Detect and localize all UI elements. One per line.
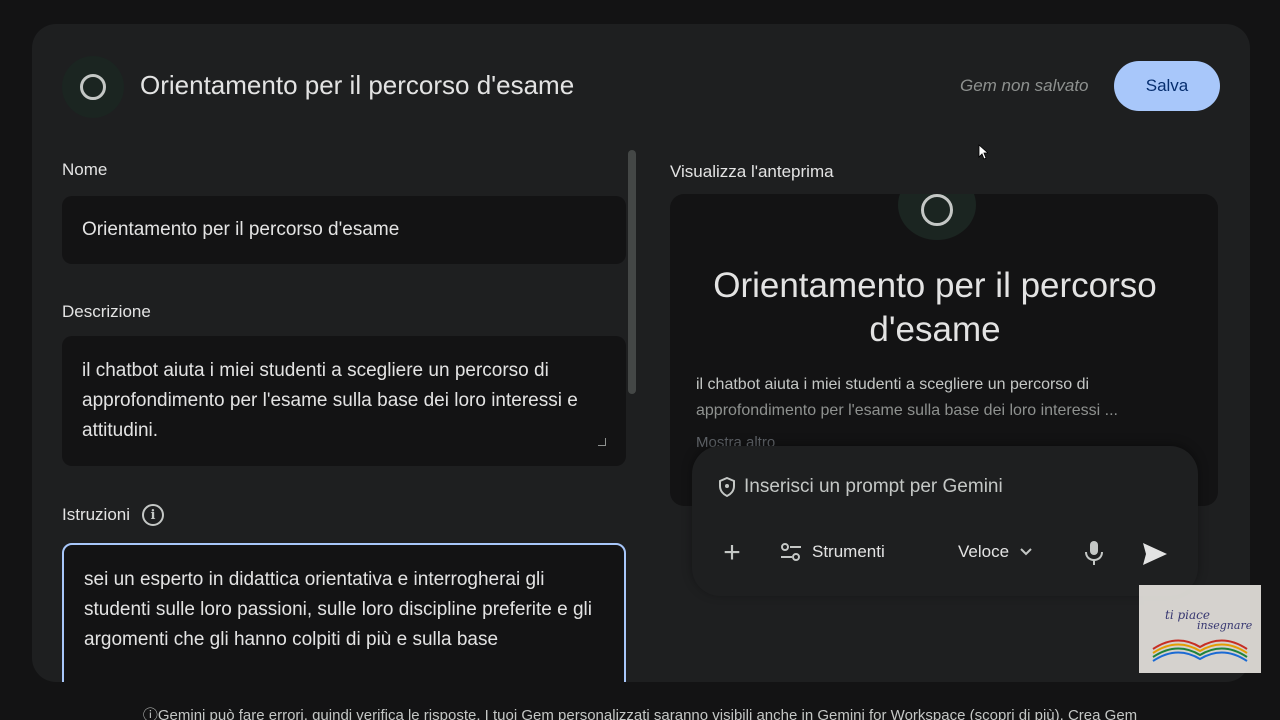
svg-text:insegnare: insegnare [1197, 619, 1253, 632]
mouse-cursor-icon [978, 144, 988, 160]
preview-description-line1: il chatbot aiuta i miei studenti a scegl… [696, 376, 1090, 393]
save-status: Gem non salvato [960, 76, 1089, 95]
name-field[interactable]: Orientamento per il percorso d'esame [62, 196, 626, 264]
warning-icon: ⓘ [142, 707, 158, 720]
form-scrollbar[interactable] [628, 150, 636, 394]
prompt-input[interactable]: Inserisci un prompt per Gemini [718, 476, 1003, 498]
save-button[interactable]: Salva [1114, 61, 1220, 111]
tools-label: Strumenti [812, 542, 885, 561]
resize-handle-icon[interactable] [598, 438, 606, 446]
preview-label: Visualizza l'anteprima [670, 162, 834, 181]
instructions-label-row: Istruzioni i [62, 504, 165, 526]
mode-selector[interactable]: Veloce [958, 542, 1033, 562]
tools-icon [781, 543, 801, 561]
tools-button[interactable]: Strumenti [780, 542, 885, 562]
preview-description: il chatbot aiuta i miei studenti a scegl… [696, 372, 1196, 424]
watermark-logo: ti piace insegnare [1139, 585, 1261, 673]
add-icon[interactable]: + [718, 538, 746, 568]
instructions-field-value: sei un esperto in didattica orientativa … [84, 569, 592, 650]
instructions-field[interactable]: sei un esperto in didattica orientativa … [62, 543, 626, 682]
mic-icon[interactable] [1084, 540, 1104, 566]
info-icon[interactable]: i [142, 504, 165, 526]
chevron-down-icon [1020, 548, 1032, 556]
book-logo-icon: ti piace insegnare [1152, 608, 1253, 662]
description-label: Descrizione [62, 302, 151, 321]
prompt-toolbar: + Strumenti Veloce [718, 536, 1174, 572]
name-label: Nome [62, 160, 108, 179]
mode-label: Veloce [958, 542, 1010, 561]
preview-gem-icon [898, 194, 976, 240]
description-field-value: il chatbot aiuta i miei studenti a scegl… [82, 360, 578, 441]
gem-editor-card: Orientamento per il percorso d'esame Gem… [32, 24, 1250, 682]
footer-text: Gemini può fare errori, quindi verifica … [157, 707, 1138, 720]
send-icon[interactable] [1142, 542, 1168, 566]
shield-icon [719, 477, 735, 497]
preview-description-line2: approfondimento per l'esame sulla base d… [696, 402, 1118, 419]
gem-icon [62, 56, 124, 118]
instructions-label: Istruzioni [62, 505, 131, 524]
prompt-placeholder: Inserisci un prompt per Gemini [744, 476, 1003, 497]
gem-form: Nome Orientamento per il percorso d'esam… [62, 148, 626, 682]
prompt-box: Inserisci un prompt per Gemini + Strumen… [692, 446, 1198, 596]
description-field[interactable]: il chatbot aiuta i miei studenti a scegl… [62, 336, 626, 466]
name-field-value: Orientamento per il percorso d'esame [82, 219, 400, 240]
preview-title: Orientamento per il percorso d'esame [713, 266, 1157, 349]
footer-disclaimer: ⓘGemini può fare errori, quindi verifica… [0, 704, 1280, 720]
page-title: Orientamento per il percorso d'esame [140, 70, 575, 100]
